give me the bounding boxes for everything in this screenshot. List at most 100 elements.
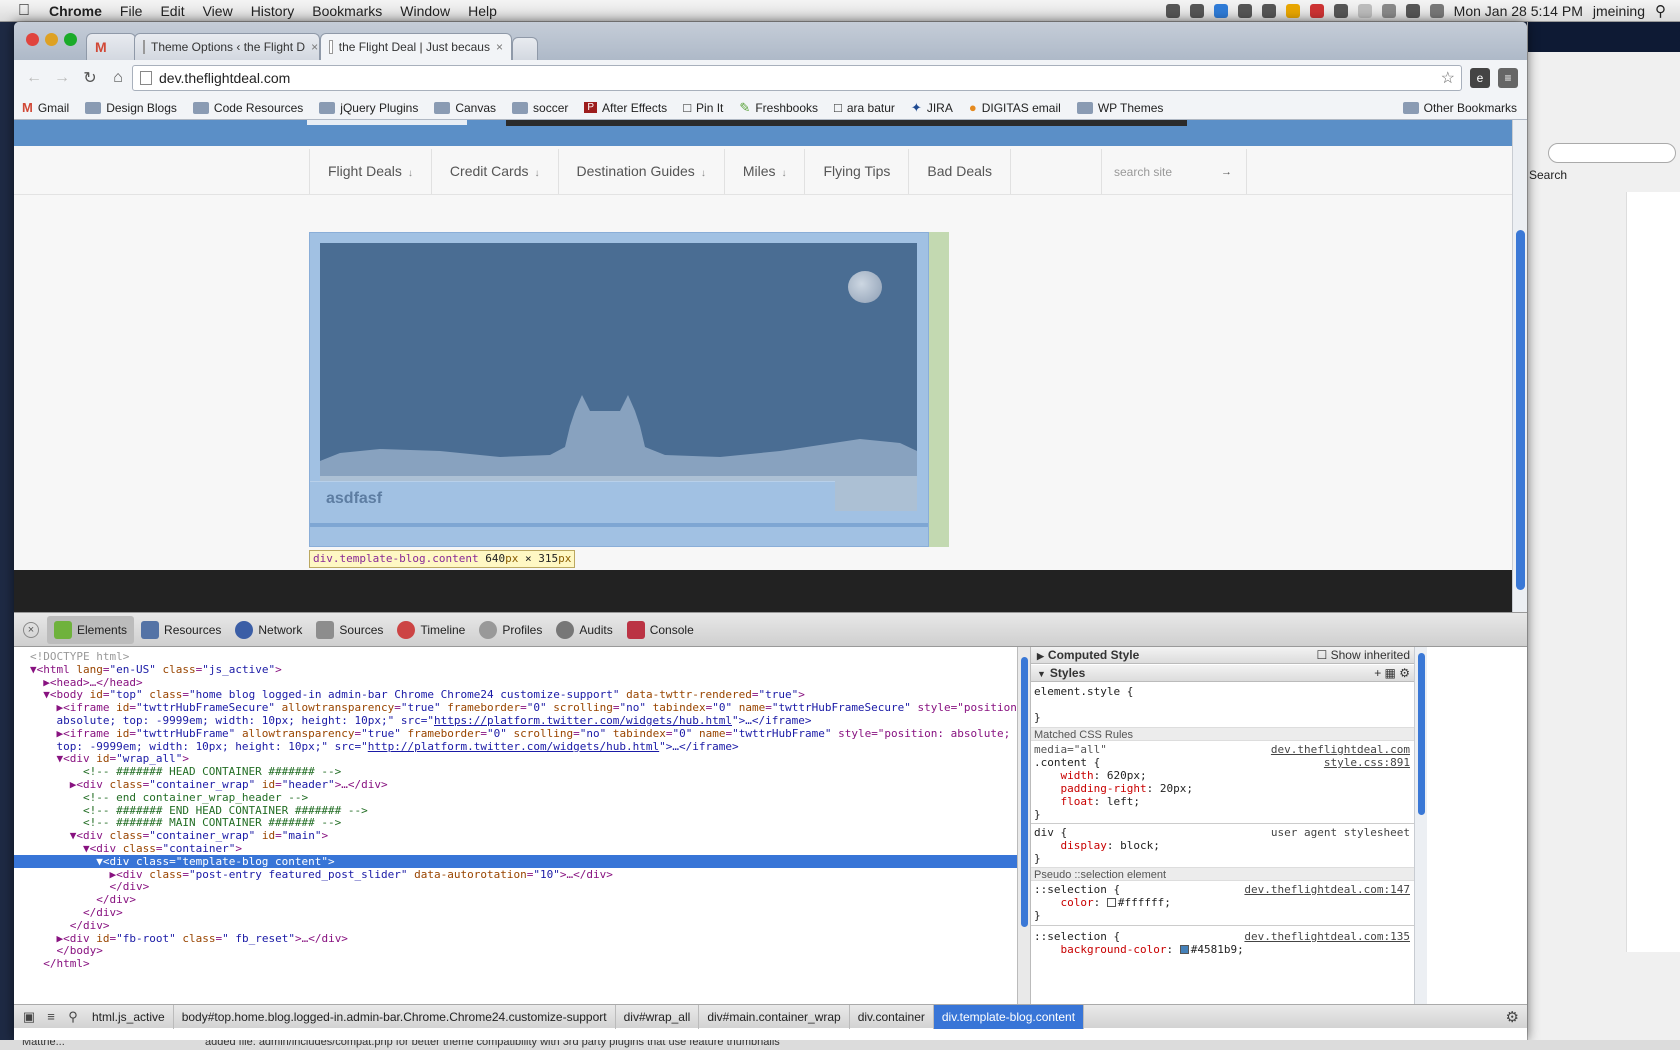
dock-item-label[interactable]: Matthe...: [22, 1040, 65, 1048]
dom-node[interactable]: </body>: [14, 944, 1017, 957]
dom-node[interactable]: ▼<div class="container_wrap" id="main">: [14, 829, 1017, 842]
dom-node[interactable]: ▶<head>…</head>: [14, 676, 1017, 689]
menu-window[interactable]: Window: [391, 3, 459, 19]
wifi-icon[interactable]: [1357, 3, 1372, 18]
bookmark-canvas[interactable]: Canvas: [434, 101, 496, 115]
tab-flight-deal[interactable]: the Flight Deal | Just becaus ×: [320, 33, 512, 60]
nav-flight-deals[interactable]: Flight Deals ↓: [310, 149, 432, 194]
nav-flying-tips[interactable]: Flying Tips: [805, 149, 910, 194]
dom-node[interactable]: <!-- ####### HEAD CONTAINER ####### -->: [14, 765, 1017, 778]
tab-elements[interactable]: Elements: [47, 615, 135, 644]
dom-node[interactable]: <!-- ####### MAIN CONTAINER ####### -->: [14, 816, 1017, 829]
scrollbar-thumb[interactable]: [1021, 657, 1028, 927]
dom-node[interactable]: ▼<div class="container">: [14, 842, 1017, 855]
reload-icon[interactable]: ↻: [76, 68, 104, 88]
computed-style-header[interactable]: ▶ Computed Style ☐ Show inherited: [1031, 647, 1414, 664]
styles-actions[interactable]: + ▦ ⚙: [1374, 665, 1410, 681]
color-swatch[interactable]: [1106, 898, 1116, 907]
menu-app-chrome[interactable]: Chrome: [40, 3, 111, 19]
wrench-menu-icon[interactable]: ≡: [1498, 68, 1518, 88]
new-tab-button[interactable]: [512, 37, 538, 60]
tab-profiles[interactable]: Profiles: [472, 616, 549, 644]
rule-selector[interactable]: .content {style.css:891: [1031, 756, 1414, 769]
devtools-close-icon[interactable]: ×: [23, 621, 39, 638]
dom-tree-scrollbar[interactable]: [1017, 647, 1031, 1004]
dom-node[interactable]: ▶<iframe id="twttrHubFrame" allowtranspa…: [14, 727, 1017, 740]
dom-node[interactable]: ▶<div id="fb-root" class=" fb_reset">…</…: [14, 932, 1017, 945]
styles-scrollbar[interactable]: [1414, 647, 1427, 1004]
show-inherited-checkbox[interactable]: ☐ Show inherited: [1317, 647, 1410, 663]
tab-timeline[interactable]: Timeline: [390, 616, 472, 644]
nav-credit-cards[interactable]: Credit Cards ↓: [432, 149, 559, 194]
tray-lock-icon[interactable]: [1261, 3, 1276, 18]
menu-file[interactable]: File: [111, 3, 152, 19]
apple-menu-icon[interactable]: : [18, 2, 40, 20]
dom-node[interactable]: </div>: [14, 880, 1017, 893]
rule-source-link[interactable]: dev.theflightdeal.com:135: [1244, 930, 1410, 943]
settings-gear-icon[interactable]: ⚙: [1506, 1008, 1519, 1026]
bookmark-jira[interactable]: ✦ JIRA: [911, 100, 953, 116]
tray-check-icon[interactable]: [1285, 3, 1300, 18]
tab-network[interactable]: Network: [228, 616, 309, 644]
bookmark-pin-it[interactable]: □ Pin It: [683, 100, 723, 115]
dom-node[interactable]: ▶<div class="post-entry featured_post_sl…: [14, 868, 1017, 881]
rule-file-link[interactable]: style.css:891: [1324, 756, 1410, 769]
site-logo[interactable]: [307, 120, 467, 125]
dom-node[interactable]: </div>: [14, 919, 1017, 932]
tray-tool-icon[interactable]: [1333, 3, 1348, 18]
dom-node[interactable]: top: -9999em; width: 10px; height: 10px;…: [14, 740, 1017, 753]
bookmark-gmail[interactable]: M Gmail: [22, 100, 69, 115]
tray-app-icon[interactable]: [1309, 3, 1324, 18]
bookmark-ara-batur[interactable]: □ ara batur: [834, 100, 895, 115]
tray-owl-icon[interactable]: [1189, 3, 1204, 18]
bookmark-after-effects[interactable]: P After Effects: [584, 101, 667, 115]
nav-miles[interactable]: Miles ↓: [725, 149, 806, 194]
dom-node[interactable]: <!-- ####### END HEAD CONTAINER ####### …: [14, 804, 1017, 817]
styles-header[interactable]: ▼ Styles + ▦ ⚙: [1031, 665, 1414, 682]
dom-node[interactable]: ▶<div class="container_wrap" id="header"…: [14, 778, 1017, 791]
dom-node[interactable]: <!-- end container_wrap_header -->: [14, 791, 1017, 804]
rule-selector[interactable]: ::selection {dev.theflightdeal.com:147: [1031, 883, 1414, 896]
inspect-search-icon[interactable]: ⚲: [62, 1009, 84, 1025]
tray-binoculars-icon[interactable]: [1405, 3, 1420, 18]
featured-slide-image[interactable]: [320, 243, 917, 511]
nav-bad-deals[interactable]: Bad Deals: [909, 149, 1011, 194]
bookmark-wp-themes[interactable]: WP Themes: [1076, 101, 1163, 115]
site-search-input[interactable]: search site →: [1101, 149, 1247, 194]
tab-close-icon[interactable]: ×: [305, 40, 318, 54]
dom-node[interactable]: </div>: [14, 906, 1017, 919]
menu-help[interactable]: Help: [459, 3, 506, 19]
dom-node[interactable]: ▼<body id="top" class="home blog logged-…: [14, 688, 1017, 701]
bookmark-design-blogs[interactable]: Design Blogs: [85, 101, 177, 115]
background-search-input[interactable]: [1548, 143, 1676, 163]
dom-node[interactable]: </div>: [14, 893, 1017, 906]
menu-history[interactable]: History: [242, 3, 304, 19]
breadcrumb-container[interactable]: div.container: [850, 1004, 934, 1029]
bookmark-jquery-plugins[interactable]: jQuery Plugins: [319, 101, 418, 115]
tab-close-icon[interactable]: ×: [490, 40, 503, 54]
breadcrumb-body[interactable]: body#top.home.blog.logged-in.admin-bar.C…: [174, 1004, 616, 1029]
user-name[interactable]: jmeining: [1593, 3, 1645, 19]
dom-tree[interactable]: <!DOCTYPE html> ▼<html lang="en-US" class…: [14, 647, 1017, 1004]
back-arrow-icon[interactable]: ←: [20, 69, 48, 87]
bluetooth-icon[interactable]: [1381, 3, 1396, 18]
console-drawer-icon[interactable]: ≡: [40, 1009, 62, 1024]
tab-audits[interactable]: Audits: [549, 616, 619, 644]
rule-source-link[interactable]: dev.theflightdeal.com: [1271, 743, 1410, 756]
css-property[interactable]: padding-right: 20px;: [1031, 782, 1414, 795]
rule-selector[interactable]: ::selection {dev.theflightdeal.com:135: [1031, 930, 1414, 943]
scrollbar-thumb[interactable]: [1516, 230, 1525, 590]
rule-selector[interactable]: div {user agent stylesheet: [1031, 826, 1414, 839]
tab-theme-options[interactable]: Theme Options ‹ the Flight D ×: [134, 33, 320, 60]
window-minimize-button[interactable]: [45, 33, 58, 46]
css-property[interactable]: width: 620px;: [1031, 769, 1414, 782]
home-icon[interactable]: ⌂: [104, 69, 132, 87]
spotlight-search-icon[interactable]: ⚲: [1655, 2, 1666, 20]
dom-node[interactable]: absolute; top: -9999em; width: 10px; hei…: [14, 714, 1017, 727]
rule-source-link[interactable]: dev.theflightdeal.com:147: [1244, 883, 1410, 896]
clock[interactable]: Mon Jan 28 5:14 PM: [1454, 3, 1583, 19]
tab-console[interactable]: Console: [620, 616, 701, 644]
breadcrumb-html[interactable]: html.js_active: [84, 1004, 174, 1029]
slide-caption[interactable]: asdfasf: [310, 481, 835, 515]
scrollbar-thumb[interactable]: [1418, 653, 1425, 815]
